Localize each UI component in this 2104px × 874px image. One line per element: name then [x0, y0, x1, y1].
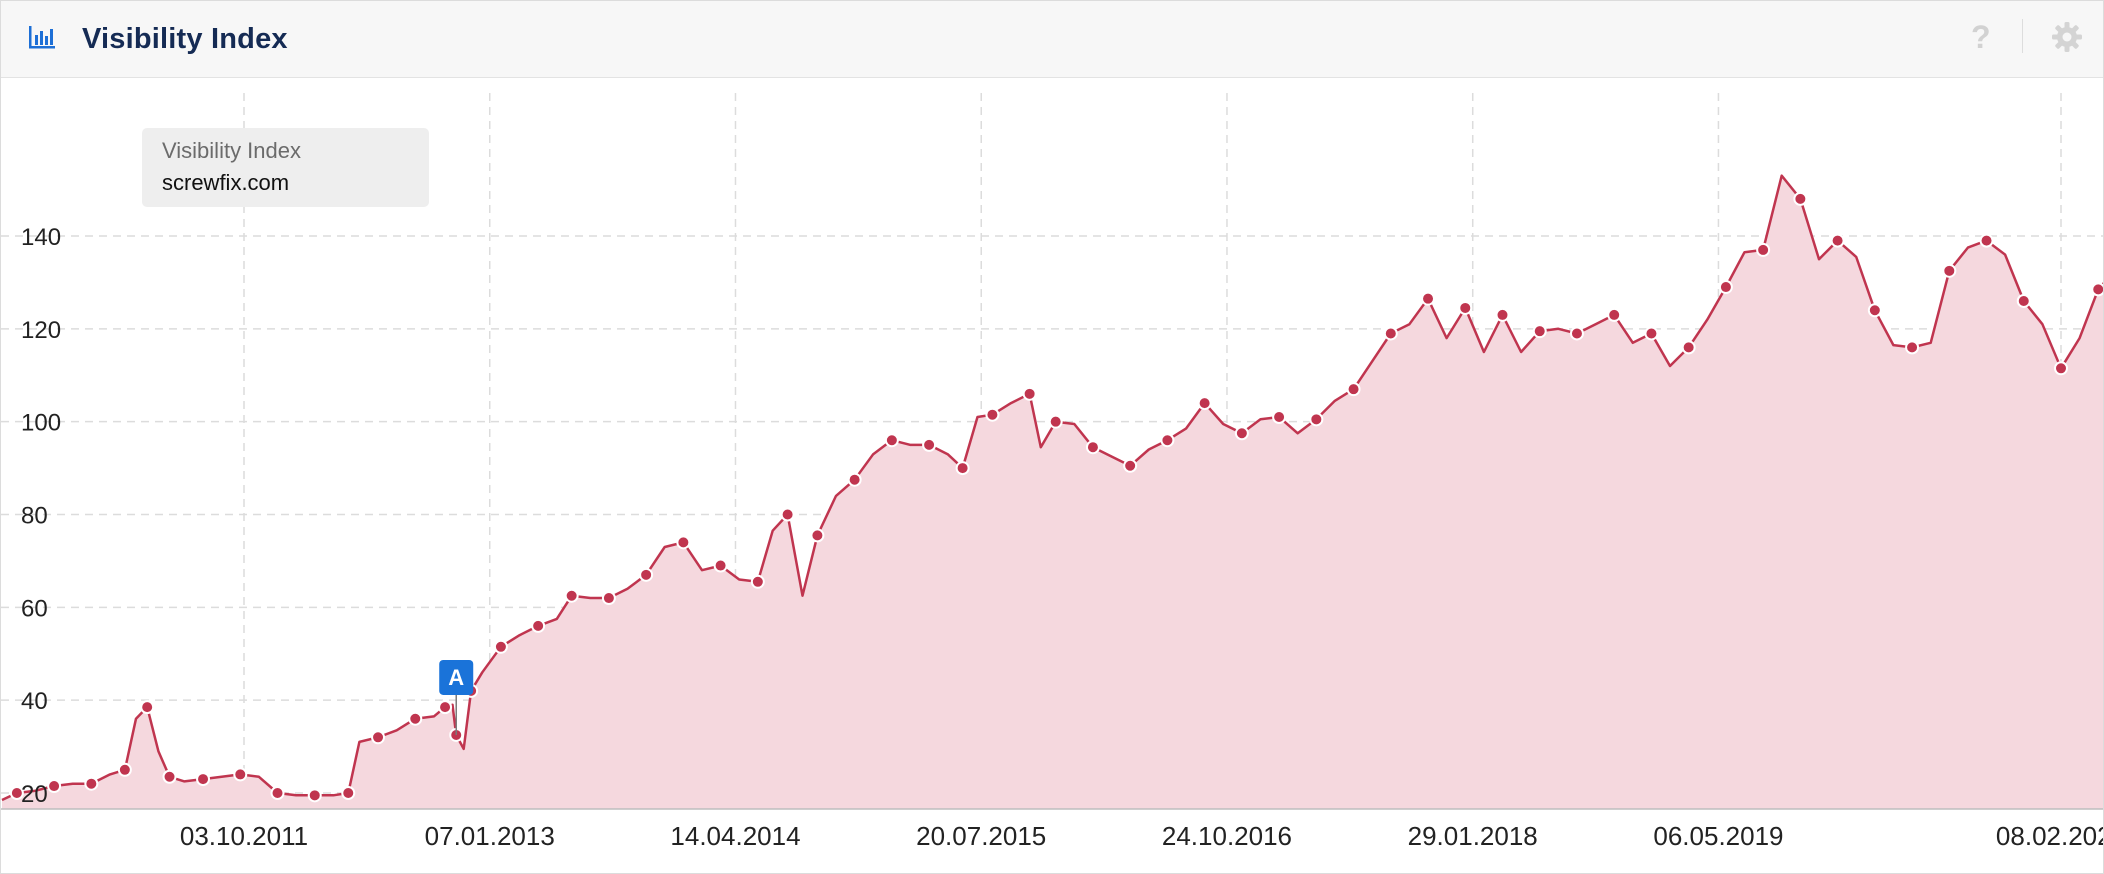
- y-tick-label: 20: [21, 781, 48, 808]
- data-point[interactable]: [1718, 280, 1733, 295]
- data-point[interactable]: [1234, 426, 1249, 441]
- data-point[interactable]: [601, 591, 616, 606]
- data-point[interactable]: [1309, 412, 1324, 427]
- data-point[interactable]: [1607, 307, 1622, 322]
- data-point[interactable]: [1495, 307, 1510, 322]
- data-point[interactable]: [162, 769, 177, 784]
- y-axis-ticks: 20 40 60 80 100 120 140: [21, 224, 61, 808]
- data-point[interactable]: [371, 730, 386, 745]
- data-point[interactable]: [1867, 303, 1882, 318]
- data-point[interactable]: [780, 507, 795, 522]
- bar-chart-icon: [29, 26, 55, 49]
- data-point[interactable]: [1085, 440, 1100, 455]
- data-point[interactable]: [438, 700, 453, 715]
- x-tick-label: 24.10.2016: [1162, 821, 1292, 851]
- data-point[interactable]: [408, 711, 423, 726]
- data-point[interactable]: [1346, 382, 1361, 397]
- data-point[interactable]: [1383, 326, 1398, 341]
- data-point[interactable]: [1272, 410, 1287, 425]
- x-tick-label: 14.04.2014: [670, 821, 800, 851]
- data-point[interactable]: [1756, 242, 1771, 257]
- data-point[interactable]: [307, 788, 322, 803]
- data-point[interactable]: [810, 528, 825, 543]
- visibility-index-widget: Visibility Index ? 20 40 60 80 100 120 140 03.…: [0, 0, 2104, 874]
- data-point[interactable]: [1160, 433, 1175, 448]
- data-point[interactable]: [1905, 340, 1920, 355]
- data-point[interactable]: [1022, 386, 1037, 401]
- x-tick-label: 03.10.2011: [180, 821, 308, 851]
- x-tick-label: 08.02.2021: [1996, 821, 2103, 851]
- data-point[interactable]: [1421, 291, 1436, 306]
- data-point[interactable]: [1569, 326, 1584, 341]
- data-point[interactable]: [2054, 361, 2068, 376]
- data-point[interactable]: [1830, 233, 1845, 248]
- data-point[interactable]: [1942, 263, 1957, 278]
- y-tick-label: 40: [21, 688, 48, 715]
- data-point[interactable]: [922, 437, 937, 452]
- data-point[interactable]: [639, 567, 654, 582]
- event-marker-label[interactable]: A: [448, 665, 464, 690]
- y-tick-label: 80: [21, 503, 48, 530]
- data-point[interactable]: [1532, 324, 1547, 339]
- data-point[interactable]: [847, 472, 862, 487]
- data-point[interactable]: [884, 433, 899, 448]
- y-tick-label: 140: [21, 224, 61, 251]
- data-point[interactable]: [117, 762, 132, 777]
- data-point[interactable]: [2091, 282, 2103, 297]
- x-axis-ticks: 03.10.2011 07.01.2013 14.04.2014 20.07.2015…: [180, 821, 2103, 851]
- data-point[interactable]: [1048, 414, 1063, 429]
- data-point[interactable]: [493, 639, 508, 654]
- data-point[interactable]: [1458, 300, 1473, 315]
- data-point[interactable]: [341, 786, 356, 800]
- data-point[interactable]: [270, 786, 285, 800]
- data-point[interactable]: [1979, 233, 1994, 248]
- data-point[interactable]: [1681, 340, 1696, 355]
- y-tick-label: 60: [21, 595, 48, 622]
- question-mark-icon[interactable]: ?: [1971, 19, 1991, 56]
- x-tick-label: 29.01.2018: [1408, 821, 1538, 851]
- data-point[interactable]: [985, 407, 1000, 422]
- x-tick-label: 20.07.2015: [916, 821, 1046, 851]
- x-tick-label: 07.01.2013: [425, 821, 555, 851]
- data-point[interactable]: [955, 461, 970, 476]
- visibility-area-fill: [2, 175, 2103, 809]
- y-tick-label: 120: [21, 317, 61, 344]
- page-title: Visibility Index: [82, 23, 288, 55]
- data-point[interactable]: [676, 535, 691, 550]
- data-point[interactable]: [1197, 396, 1212, 411]
- data-point[interactable]: [531, 618, 546, 633]
- chart-legend: Visibility Index screwfix.com: [142, 128, 429, 207]
- x-tick-label: 06.05.2019: [1653, 821, 1783, 851]
- data-point[interactable]: [564, 588, 579, 603]
- data-point[interactable]: [47, 779, 62, 794]
- data-point[interactable]: [1793, 191, 1808, 206]
- gear-icon[interactable]: [2051, 21, 2083, 53]
- data-point[interactable]: [233, 767, 248, 782]
- data-point[interactable]: [1123, 458, 1138, 473]
- data-point[interactable]: [713, 558, 728, 573]
- data-point[interactable]: [750, 574, 765, 589]
- data-point[interactable]: [1644, 326, 1659, 341]
- widget-header: Visibility Index ?: [1, 1, 2103, 78]
- data-point[interactable]: [2016, 293, 2031, 308]
- y-tick-label: 100: [21, 410, 61, 437]
- legend-title: Visibility Index: [162, 138, 301, 163]
- legend-domain: screwfix.com: [162, 170, 290, 195]
- data-point[interactable]: [84, 776, 99, 791]
- data-point[interactable]: [196, 772, 211, 787]
- header-divider: [2022, 19, 2023, 53]
- data-point[interactable]: [140, 700, 155, 715]
